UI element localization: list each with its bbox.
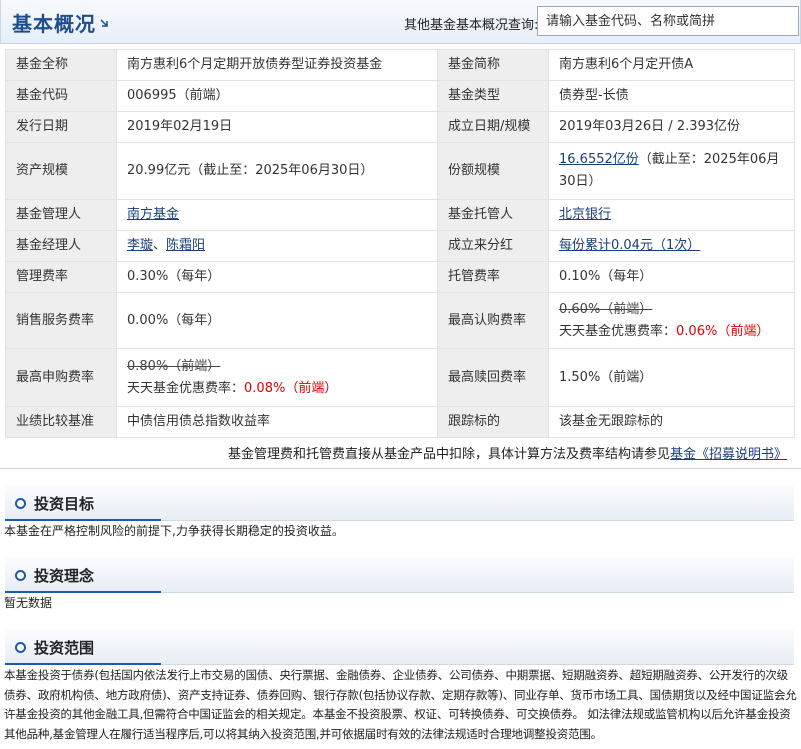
section-underline (5, 663, 161, 665)
fund-manager-cell: 李璇、陈霜阳 (116, 230, 438, 262)
prospectus-link[interactable]: 基金《招募说明书》 (670, 447, 787, 462)
tracking-label: 跟踪标的 (437, 406, 549, 438)
establish-value: 2019年03月26日 / 2.393亿份 (548, 111, 795, 143)
sales-fee-value: 0.00%（每年） (116, 292, 438, 349)
section-scope-header: 投资范围 (5, 629, 794, 665)
max-purchase-cell: 0.80%（前端） 天天基金优惠费率：0.08%（前端） (116, 348, 438, 407)
manager-label: 基金管理人 (5, 199, 117, 231)
mgmt-fee-value: 0.30%（每年） (116, 261, 438, 293)
benchmark-label: 业绩比较基准 (5, 406, 117, 438)
short-name-label: 基金简称 (437, 49, 549, 81)
max-purchase-label: 最高申购费率 (5, 348, 117, 407)
page-title: 基本概况 (12, 12, 96, 36)
tracking-value: 该基金无跟踪标的 (548, 406, 795, 438)
mgmt-fee-label: 管理费率 (5, 261, 117, 293)
dividend-link[interactable]: 每份累计0.04元（1次） (559, 238, 700, 253)
section-objective-header: 投资目标 (5, 485, 794, 521)
fee-footnote: 基金管理费和托管费直接从基金产品中扣除，具体计算方法及费率结构请参见基金《招募说… (228, 443, 787, 462)
max-sub-discount-row: 天天基金优惠费率：0.06%（前端） (559, 321, 784, 343)
max-purchase-original: 0.80%（前端） (127, 358, 221, 374)
section-objective-text: 本基金在严格控制风险的前提下,力争获得长期稳定的投资收益。 (4, 524, 344, 538)
issue-date-label: 发行日期 (5, 111, 117, 143)
issue-date-value: 2019年02月19日 (116, 111, 438, 143)
max-sub-discount-value: 0.06%（前端） (676, 323, 770, 339)
fund-info-table: 基金全称 南方惠利6个月定期开放债券型证券投资基金 基金简称 南方惠利6个月定开… (5, 49, 795, 438)
divider (0, 468, 801, 469)
section-philosophy-title: 投资理念 (34, 567, 95, 585)
custodian-link[interactable]: 北京银行 (559, 207, 611, 222)
section-scope-title: 投资范围 (34, 639, 95, 657)
max-purchase-discount-row: 天天基金优惠费率：0.08%（前端） (127, 378, 427, 400)
type-value: 债券型-长债 (548, 80, 795, 112)
max-sub-label: 最高认购费率 (437, 292, 549, 349)
benchmark-value: 中债信用债总指数收益率 (116, 406, 438, 438)
footnote-text: 基金管理费和托管费直接从基金产品中扣除，具体计算方法及费率结构请参见 (227, 447, 670, 462)
custody-fee-value: 0.10%（每年） (548, 261, 795, 293)
dividend-label: 成立来分红 (437, 230, 549, 262)
table-row: 最高申购费率 0.80%（前端） 天天基金优惠费率：0.08%（前端） 最高赎回… (5, 348, 795, 407)
table-row: 基金全称 南方惠利6个月定期开放债券型证券投资基金 基金简称 南方惠利6个月定开… (5, 49, 795, 81)
custodian-cell: 北京银行 (548, 199, 795, 231)
fund-manager-link-2[interactable]: 陈霜阳 (166, 238, 205, 253)
max-sub-original: 0.60%（前端） (559, 301, 653, 317)
max-sub-discount-label: 天天基金优惠费率： (559, 323, 677, 339)
page-header: 基本概况 其他基金基本概况查询: (0, 0, 801, 44)
share-size-cell: 16.6552亿份（截止至：2025年06月30日） (548, 142, 795, 200)
table-row: 发行日期 2019年02月19日 成立日期/规模 2019年03月26日 / 2… (5, 111, 795, 143)
table-row: 管理费率 0.30%（每年） 托管费率 0.10%（每年） (5, 261, 795, 293)
table-row: 资产规模 20.99亿元（截止至：2025年06月30日） 份额规模 16.65… (5, 142, 795, 200)
section-objective-title: 投资目标 (34, 495, 95, 513)
sales-fee-label: 销售服务费率 (5, 292, 117, 349)
table-row: 基金代码 006995（前端） 基金类型 债券型-长债 (5, 80, 795, 112)
manager-cell: 南方基金 (116, 199, 438, 231)
max-redeem-label: 最高赎回费率 (437, 348, 549, 407)
share-size-label: 份额规模 (437, 142, 549, 200)
table-row: 销售服务费率 0.00%（每年） 最高认购费率 0.60%（前端） 天天基金优惠… (5, 292, 795, 349)
fund-manager-separator: 、 (153, 238, 167, 253)
code-value: 006995（前端） (116, 80, 438, 112)
max-purchase-discount-label: 天天基金优惠费率： (127, 380, 245, 396)
code-label: 基金代码 (5, 80, 117, 112)
establish-label: 成立日期/规模 (437, 111, 549, 143)
asset-size-value: 20.99亿元（截止至：2025年06月30日） (116, 142, 438, 200)
fund-manager-link-1[interactable]: 李璇 (127, 238, 153, 253)
arrow-down-right-icon[interactable] (99, 18, 109, 28)
dividend-cell: 每份累计0.04元（1次） (548, 230, 795, 262)
short-name-value: 南方惠利6个月定开债A (548, 49, 795, 81)
type-label: 基金类型 (437, 80, 549, 112)
table-row: 基金经理人 李璇、陈霜阳 成立来分红 每份累计0.04元（1次） (5, 230, 795, 262)
full-name-label: 基金全称 (5, 49, 117, 81)
manager-link[interactable]: 南方基金 (127, 207, 179, 222)
search-label: 其他基金基本概况查询: (404, 18, 539, 33)
table-row: 基金管理人 南方基金 基金托管人 北京银行 (5, 199, 795, 231)
fund-search-input[interactable] (537, 6, 799, 36)
share-size-link[interactable]: 16.6552亿份 (559, 152, 639, 167)
section-bullet-icon (15, 570, 26, 581)
section-scope-text: 本基金投资于债券(包括国内依法发行上市交易的国债、央行票据、金融债券、企业债券、… (4, 668, 797, 741)
max-redeem-value: 1.50%（前端） (548, 348, 795, 407)
section-bullet-icon (15, 642, 26, 653)
fund-manager-label: 基金经理人 (5, 230, 117, 262)
full-name-value: 南方惠利6个月定期开放债券型证券投资基金 (116, 49, 438, 81)
section-philosophy-header: 投资理念 (5, 557, 794, 593)
custodian-label: 基金托管人 (437, 199, 549, 231)
table-row: 业绩比较基准 中债信用债总指数收益率 跟踪标的 该基金无跟踪标的 (5, 406, 795, 438)
asset-size-label: 资产规模 (5, 142, 117, 200)
custody-fee-label: 托管费率 (437, 261, 549, 293)
max-purchase-discount-value: 0.08%（前端） (244, 380, 338, 396)
section-philosophy-text: 暂无数据 (4, 596, 53, 610)
section-bullet-icon (15, 498, 26, 509)
max-sub-cell: 0.60%（前端） 天天基金优惠费率：0.06%（前端） (548, 292, 795, 349)
